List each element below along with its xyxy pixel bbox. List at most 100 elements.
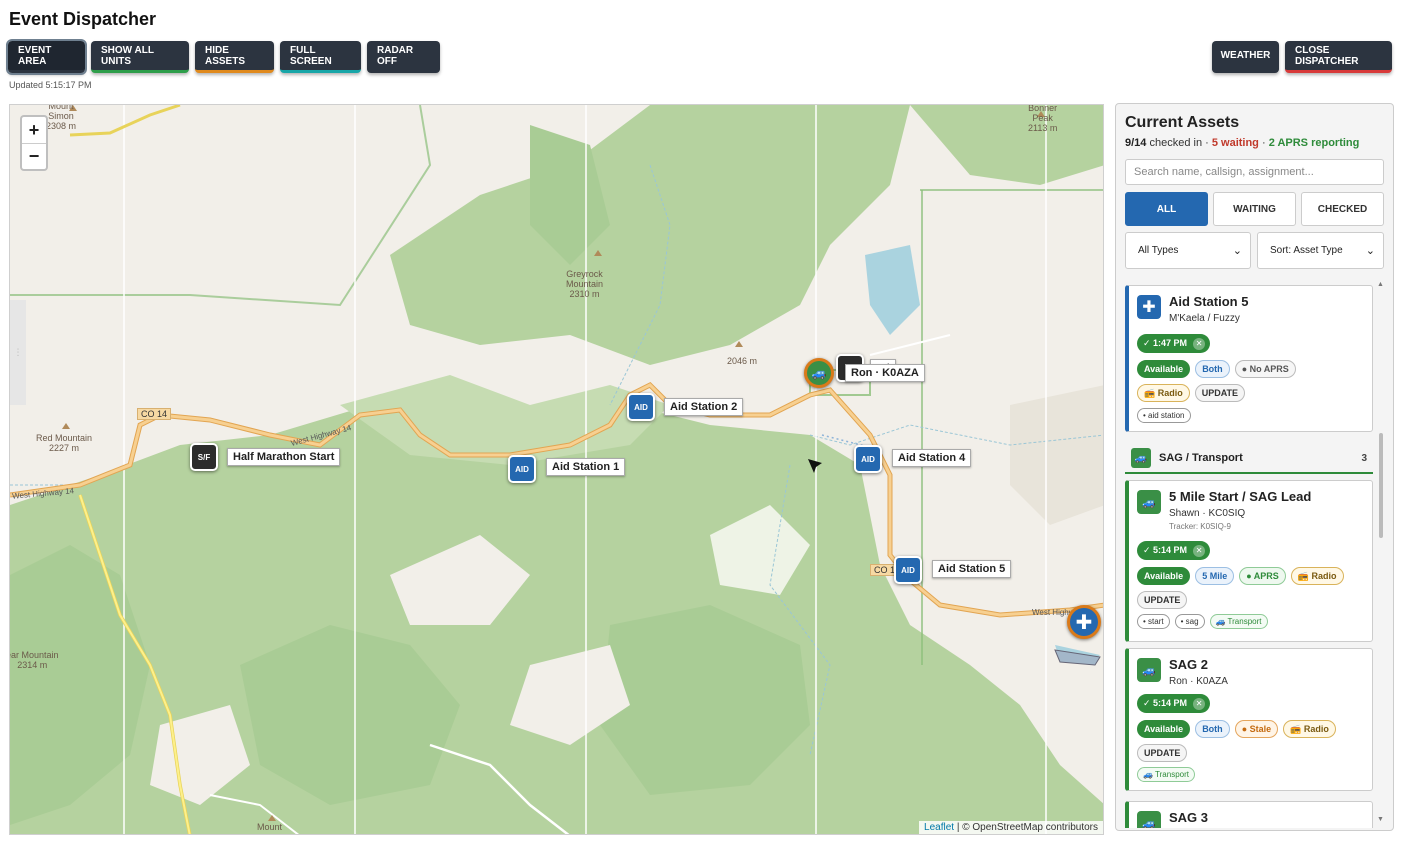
mode-badge[interactable]: 5 Mile xyxy=(1195,567,1235,585)
close-icon[interactable]: ✕ xyxy=(1193,337,1206,350)
tag: 🚙 Transport xyxy=(1137,767,1195,782)
scroll-thumb[interactable] xyxy=(1379,433,1383,538)
event-area-button[interactable]: EVENT AREA xyxy=(6,39,87,75)
asset-pills-2: UPDATE xyxy=(1137,591,1188,609)
marker-aid-station-5[interactable]: AID xyxy=(894,556,922,584)
asset-card-sag-lead[interactable]: 🚙 5 Mile Start / SAG Lead Shawn · KC0SIQ… xyxy=(1125,480,1373,642)
search-input[interactable]: Search name, callsign, assignment... xyxy=(1125,159,1384,185)
update-button[interactable]: UPDATE xyxy=(1194,384,1246,402)
asset-pills-2: UPDATE xyxy=(1137,744,1188,762)
tag: • start xyxy=(1137,614,1170,629)
map-view[interactable]: Mount Simon 2308 m Greyrock Mountain 231… xyxy=(9,104,1104,835)
group-count: 3 xyxy=(1361,452,1367,464)
checkin-time-chip[interactable]: ✓ 5:14 PM ✕ xyxy=(1137,541,1211,560)
asset-tags: 🚙 Transport xyxy=(1137,767,1195,782)
asset-list[interactable]: ✚ Aid Station 5 M'Kaela / Fuzzy ✓ 1:47 P… xyxy=(1125,283,1387,828)
radio-badge[interactable]: 📻 Radio xyxy=(1290,567,1344,585)
radar-off-button[interactable]: RADAR OFF xyxy=(367,41,440,73)
place-mount-simon: Mount Simon 2308 m xyxy=(46,104,77,131)
aprs-badge: ● No APRS xyxy=(1234,360,1296,378)
update-button[interactable]: UPDATE xyxy=(1137,591,1188,609)
asset-pills: Available 5 Mile ● APRS 📻 Radio xyxy=(1137,567,1344,585)
tag: • sag xyxy=(1174,614,1205,629)
group-name: SAG / Transport xyxy=(1159,452,1243,464)
marker-aid-plus[interactable]: ✚ xyxy=(1067,605,1101,639)
select-row: All Types ⌄ Sort: Asset Type ⌄ xyxy=(1125,232,1384,269)
status-badge[interactable]: Available xyxy=(1137,720,1191,738)
hide-assets-button[interactable]: HIDE ASSETS xyxy=(195,41,274,73)
asset-pills-2: 📻 Radio UPDATE xyxy=(1137,384,1246,402)
asset-sub: Ron · K0AZA xyxy=(1169,676,1228,687)
marker-half-marathon-start[interactable]: S/F xyxy=(190,443,218,471)
map-attribution: Leaflet | © OpenStreetMap contributors xyxy=(919,821,1103,834)
full-screen-button[interactable]: FULL SCREEN xyxy=(280,41,361,73)
checkin-time-chip[interactable]: ✓ 5:14 PM ✕ xyxy=(1137,694,1211,713)
sort-select[interactable]: Sort: Asset Type ⌄ xyxy=(1257,232,1384,269)
update-button[interactable]: UPDATE xyxy=(1137,744,1188,762)
place-elev-2046: 2046 m xyxy=(727,356,758,366)
asset-tags: • start • sag 🚙 Transport xyxy=(1137,614,1268,629)
place-bonner-peak: Bonner Peak 2113 m xyxy=(1028,104,1058,133)
car-icon: 🚙 xyxy=(1137,811,1161,828)
asset-sub: M'Kaela / Fuzzy xyxy=(1169,313,1240,324)
label-aid-station-1: Aid Station 1 xyxy=(546,458,626,476)
marker-unit-ron[interactable]: 🚙 xyxy=(804,358,834,388)
asset-name: SAG 2 xyxy=(1169,657,1209,672)
group-header-sag-transport[interactable]: 🚙 SAG / Transport 3 xyxy=(1125,444,1373,474)
close-icon[interactable]: ✕ xyxy=(1193,697,1206,710)
asset-card-aid-station-5[interactable]: ✚ Aid Station 5 M'Kaela / Fuzzy ✓ 1:47 P… xyxy=(1125,285,1373,432)
marker-aid-station-1[interactable]: AID xyxy=(508,455,536,483)
show-all-units-button[interactable]: SHOW ALL UNITS xyxy=(91,41,189,73)
zoom-in-button[interactable]: + xyxy=(22,117,46,143)
filter-waiting[interactable]: WAITING xyxy=(1213,192,1296,226)
weather-button[interactable]: WEATHER xyxy=(1212,41,1279,73)
close-icon[interactable]: ✕ xyxy=(1193,544,1206,557)
marker-aid-station-2[interactable]: AID xyxy=(627,393,655,421)
assets-panel: Current Assets 9/14 checked in · 5 waiti… xyxy=(1115,103,1394,831)
panel-summary: 9/14 checked in · 5 waiting · 2 APRS rep… xyxy=(1125,137,1360,149)
road-co14-left: CO 14 xyxy=(137,408,172,420)
mode-badge[interactable]: Both xyxy=(1195,360,1230,378)
tag: • aid station xyxy=(1137,408,1191,423)
label-half-marathon-start: Half Marathon Start xyxy=(227,448,341,466)
asset-name: SAG 3 xyxy=(1169,810,1209,825)
plus-icon: ✚ xyxy=(1075,611,1093,634)
updated-timestamp: Updated 5:15:17 PM xyxy=(9,80,92,90)
toolbar: EVENT AREA SHOW ALL UNITS HIDE ASSETS FU… xyxy=(6,39,440,75)
status-badge[interactable]: Available xyxy=(1137,567,1191,585)
chevron-down-icon: ⌄ xyxy=(1365,245,1375,257)
scroll-up-arrow[interactable]: ▲ xyxy=(1377,281,1384,288)
leaflet-link[interactable]: Leaflet xyxy=(924,822,954,833)
zoom-control: + − xyxy=(20,115,48,171)
filter-all[interactable]: ALL xyxy=(1125,192,1208,226)
asset-name: Aid Station 5 xyxy=(1169,294,1249,309)
asset-tracker: Tracker: K0SIQ-9 xyxy=(1169,522,1231,531)
asset-tags: • aid station xyxy=(1137,408,1191,423)
filter-checked[interactable]: CHECKED xyxy=(1301,192,1384,226)
filter-tabs: ALL WAITING CHECKED xyxy=(1125,192,1384,226)
asset-sub: Shawn · KC0SIQ xyxy=(1169,508,1246,519)
app-window: Event Dispatcher EVENT AREA SHOW ALL UNI… xyxy=(0,0,1402,846)
marker-aid-station-4[interactable]: AID xyxy=(854,445,882,473)
chevron-down-icon: ⌄ xyxy=(1232,245,1242,257)
type-select[interactable]: All Types ⌄ xyxy=(1125,232,1251,269)
asset-card-sag-2[interactable]: 🚙 SAG 2 Ron · K0AZA ✓ 5:14 PM ✕ Available… xyxy=(1125,648,1373,791)
radio-badge[interactable]: 📻 Radio xyxy=(1283,720,1336,738)
scroll-down-arrow[interactable]: ▼ xyxy=(1377,816,1384,823)
place-bear-mountain: ear Mountain 2314 m xyxy=(10,650,59,670)
label-aid-station-5: Aid Station 5 xyxy=(932,560,1012,578)
checkin-time-chip[interactable]: ✓ 1:47 PM ✕ xyxy=(1137,334,1211,353)
label-aid-station-4: Aid Station 4 xyxy=(892,449,972,467)
close-dispatcher-button[interactable]: CLOSE DISPATCHER xyxy=(1285,41,1392,73)
asset-card-sag-3[interactable]: 🚙 SAG 3 xyxy=(1125,801,1373,828)
zoom-out-button[interactable]: − xyxy=(22,143,46,169)
mode-badge[interactable]: Both xyxy=(1195,720,1230,738)
map-side-strip: ⋮ xyxy=(10,300,26,405)
car-icon: 🚙 xyxy=(1137,490,1161,514)
car-icon: 🚙 xyxy=(1137,658,1161,682)
status-badge[interactable]: Available xyxy=(1137,360,1191,378)
asset-pills: Available Both ● No APRS xyxy=(1137,360,1296,378)
label-unit-ron: Ron · K0AZA xyxy=(845,364,925,382)
asset-list-scrollbar[interactable]: ▲ ▼ xyxy=(1376,281,1386,828)
radio-badge[interactable]: 📻 Radio xyxy=(1137,384,1190,402)
